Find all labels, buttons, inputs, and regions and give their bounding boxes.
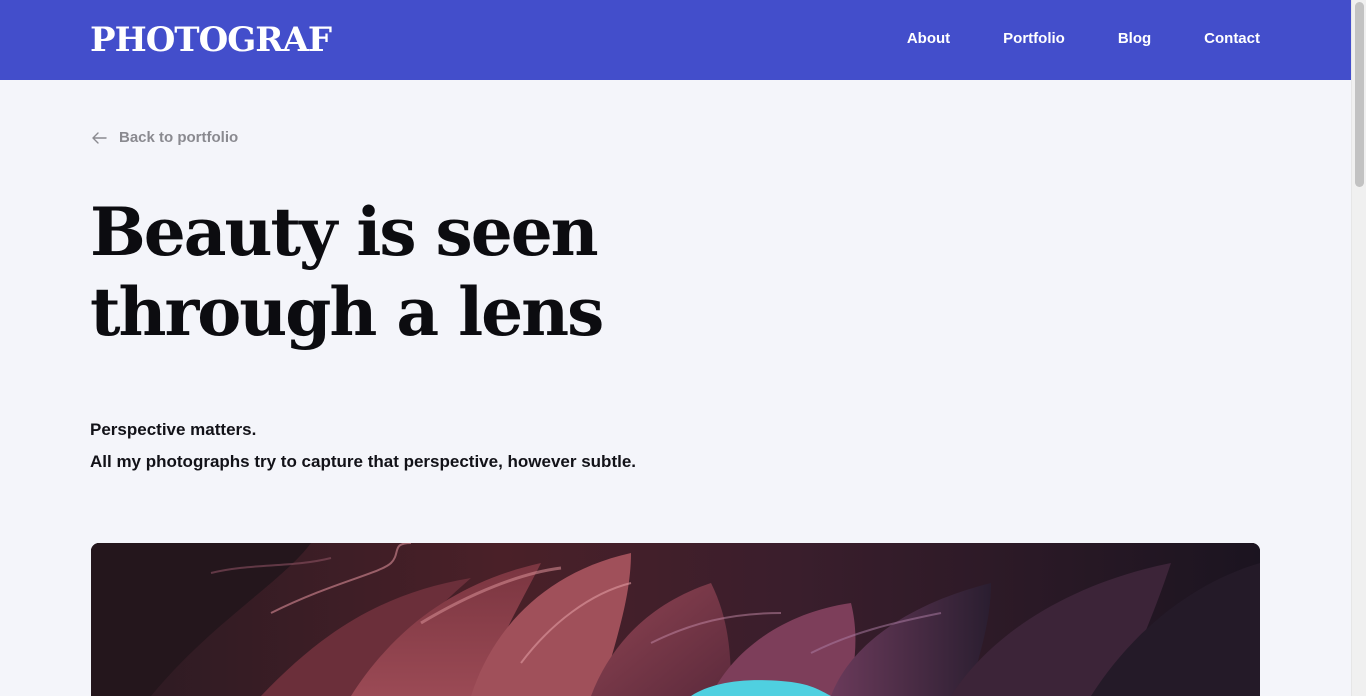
intro-line-1: Perspective matters. <box>90 420 257 439</box>
page: PHOTOGRAF About Portfolio Blog Contact B… <box>0 0 1366 696</box>
hero-image-canyon <box>91 543 1260 696</box>
nav-portfolio[interactable]: Portfolio <box>1003 29 1065 49</box>
nav-contact[interactable]: Contact <box>1204 29 1260 49</box>
back-to-portfolio-link[interactable]: Back to portfolio <box>90 128 238 148</box>
page-title: Beauty is seen through a lens <box>90 192 690 352</box>
intro-text: Perspective matters. All my photographs … <box>90 414 636 478</box>
scrollbar-thumb[interactable] <box>1355 2 1364 187</box>
intro-line-2: All my photographs try to capture that p… <box>90 452 637 471</box>
site-header: PHOTOGRAF About Portfolio Blog Contact <box>0 0 1351 80</box>
page-scrollbar[interactable] <box>1351 0 1366 696</box>
nav-about[interactable]: About <box>907 29 950 49</box>
nav-blog[interactable]: Blog <box>1118 29 1151 49</box>
site-logo[interactable]: PHOTOGRAF <box>90 20 332 60</box>
page-title-line-1: Beauty is seen <box>90 193 599 271</box>
back-link-label: Back to portfolio <box>119 129 239 146</box>
page-title-line-2: through a lens <box>90 273 604 351</box>
arrow-left-icon <box>90 128 108 148</box>
main-nav: About Portfolio Blog Contact <box>907 29 1260 49</box>
